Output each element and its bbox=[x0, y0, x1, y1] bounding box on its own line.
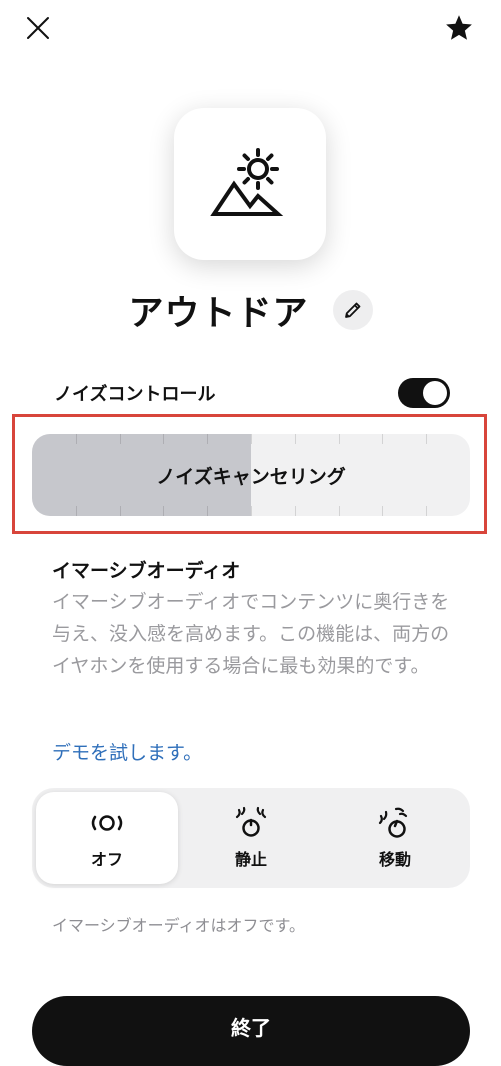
option-moving-label: 移動 bbox=[378, 850, 411, 869]
star-icon bbox=[446, 15, 472, 40]
option-still-label: 静止 bbox=[234, 850, 267, 869]
favorite-button[interactable] bbox=[441, 10, 477, 46]
audio-off-icon bbox=[91, 815, 123, 831]
option-still[interactable]: 静止 bbox=[180, 792, 322, 884]
head-still-icon bbox=[235, 806, 267, 837]
title-row: アウトドア bbox=[0, 282, 501, 338]
done-button[interactable]: 終了 bbox=[32, 996, 470, 1066]
option-off-label: オフ bbox=[90, 850, 123, 869]
noise-cancelling-slider[interactable]: ノイズキャンセリング bbox=[32, 434, 470, 516]
immersive-audio-segmented-control: オフ 静止 移動 bbox=[32, 788, 470, 888]
noise-control-label: ノイズコントロール bbox=[54, 384, 216, 405]
try-demo-link[interactable]: デモを試します。 bbox=[52, 738, 202, 765]
immersive-audio-description: イマーシブオーディオでコンテンツに奥行きを与え、没入感を高めます。この機能は、両… bbox=[52, 591, 450, 677]
mode-icon-tile bbox=[174, 108, 326, 260]
close-button[interactable] bbox=[20, 10, 56, 46]
immersive-audio-heading: イマーシブオーディオ bbox=[52, 560, 241, 582]
toggle-knob bbox=[423, 381, 447, 405]
option-moving[interactable]: 移動 bbox=[324, 792, 466, 884]
noise-control-toggle[interactable] bbox=[398, 378, 450, 408]
page-title: アウトドア bbox=[128, 293, 309, 334]
edit-title-button[interactable] bbox=[332, 290, 373, 330]
head-tracking-icon bbox=[378, 807, 408, 838]
option-off[interactable]: オフ bbox=[36, 792, 178, 884]
close-icon bbox=[27, 17, 49, 39]
sun-mountain-icon bbox=[210, 148, 284, 216]
pencil-icon bbox=[344, 302, 360, 318]
mode-settings-screen: アウトドア ノイズコントロール ノイズキャンセリング イマーシブオーディオ イマ… bbox=[0, 0, 501, 1066]
immersive-audio-status: イマーシブオーディオはオフです。 bbox=[52, 916, 305, 935]
done-button-label: 終了 bbox=[231, 1016, 271, 1040]
slider-label: ノイズキャンセリング bbox=[156, 465, 346, 488]
